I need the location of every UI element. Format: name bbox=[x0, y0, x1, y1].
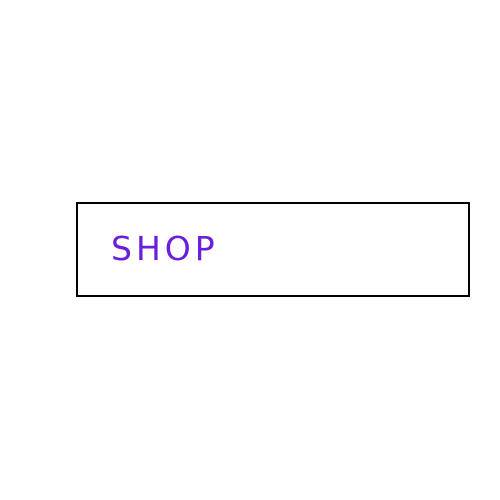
shop-button-label: SHOP bbox=[111, 229, 219, 268]
page-canvas: SHOP bbox=[0, 0, 500, 500]
shop-button[interactable]: SHOP bbox=[76, 202, 470, 297]
